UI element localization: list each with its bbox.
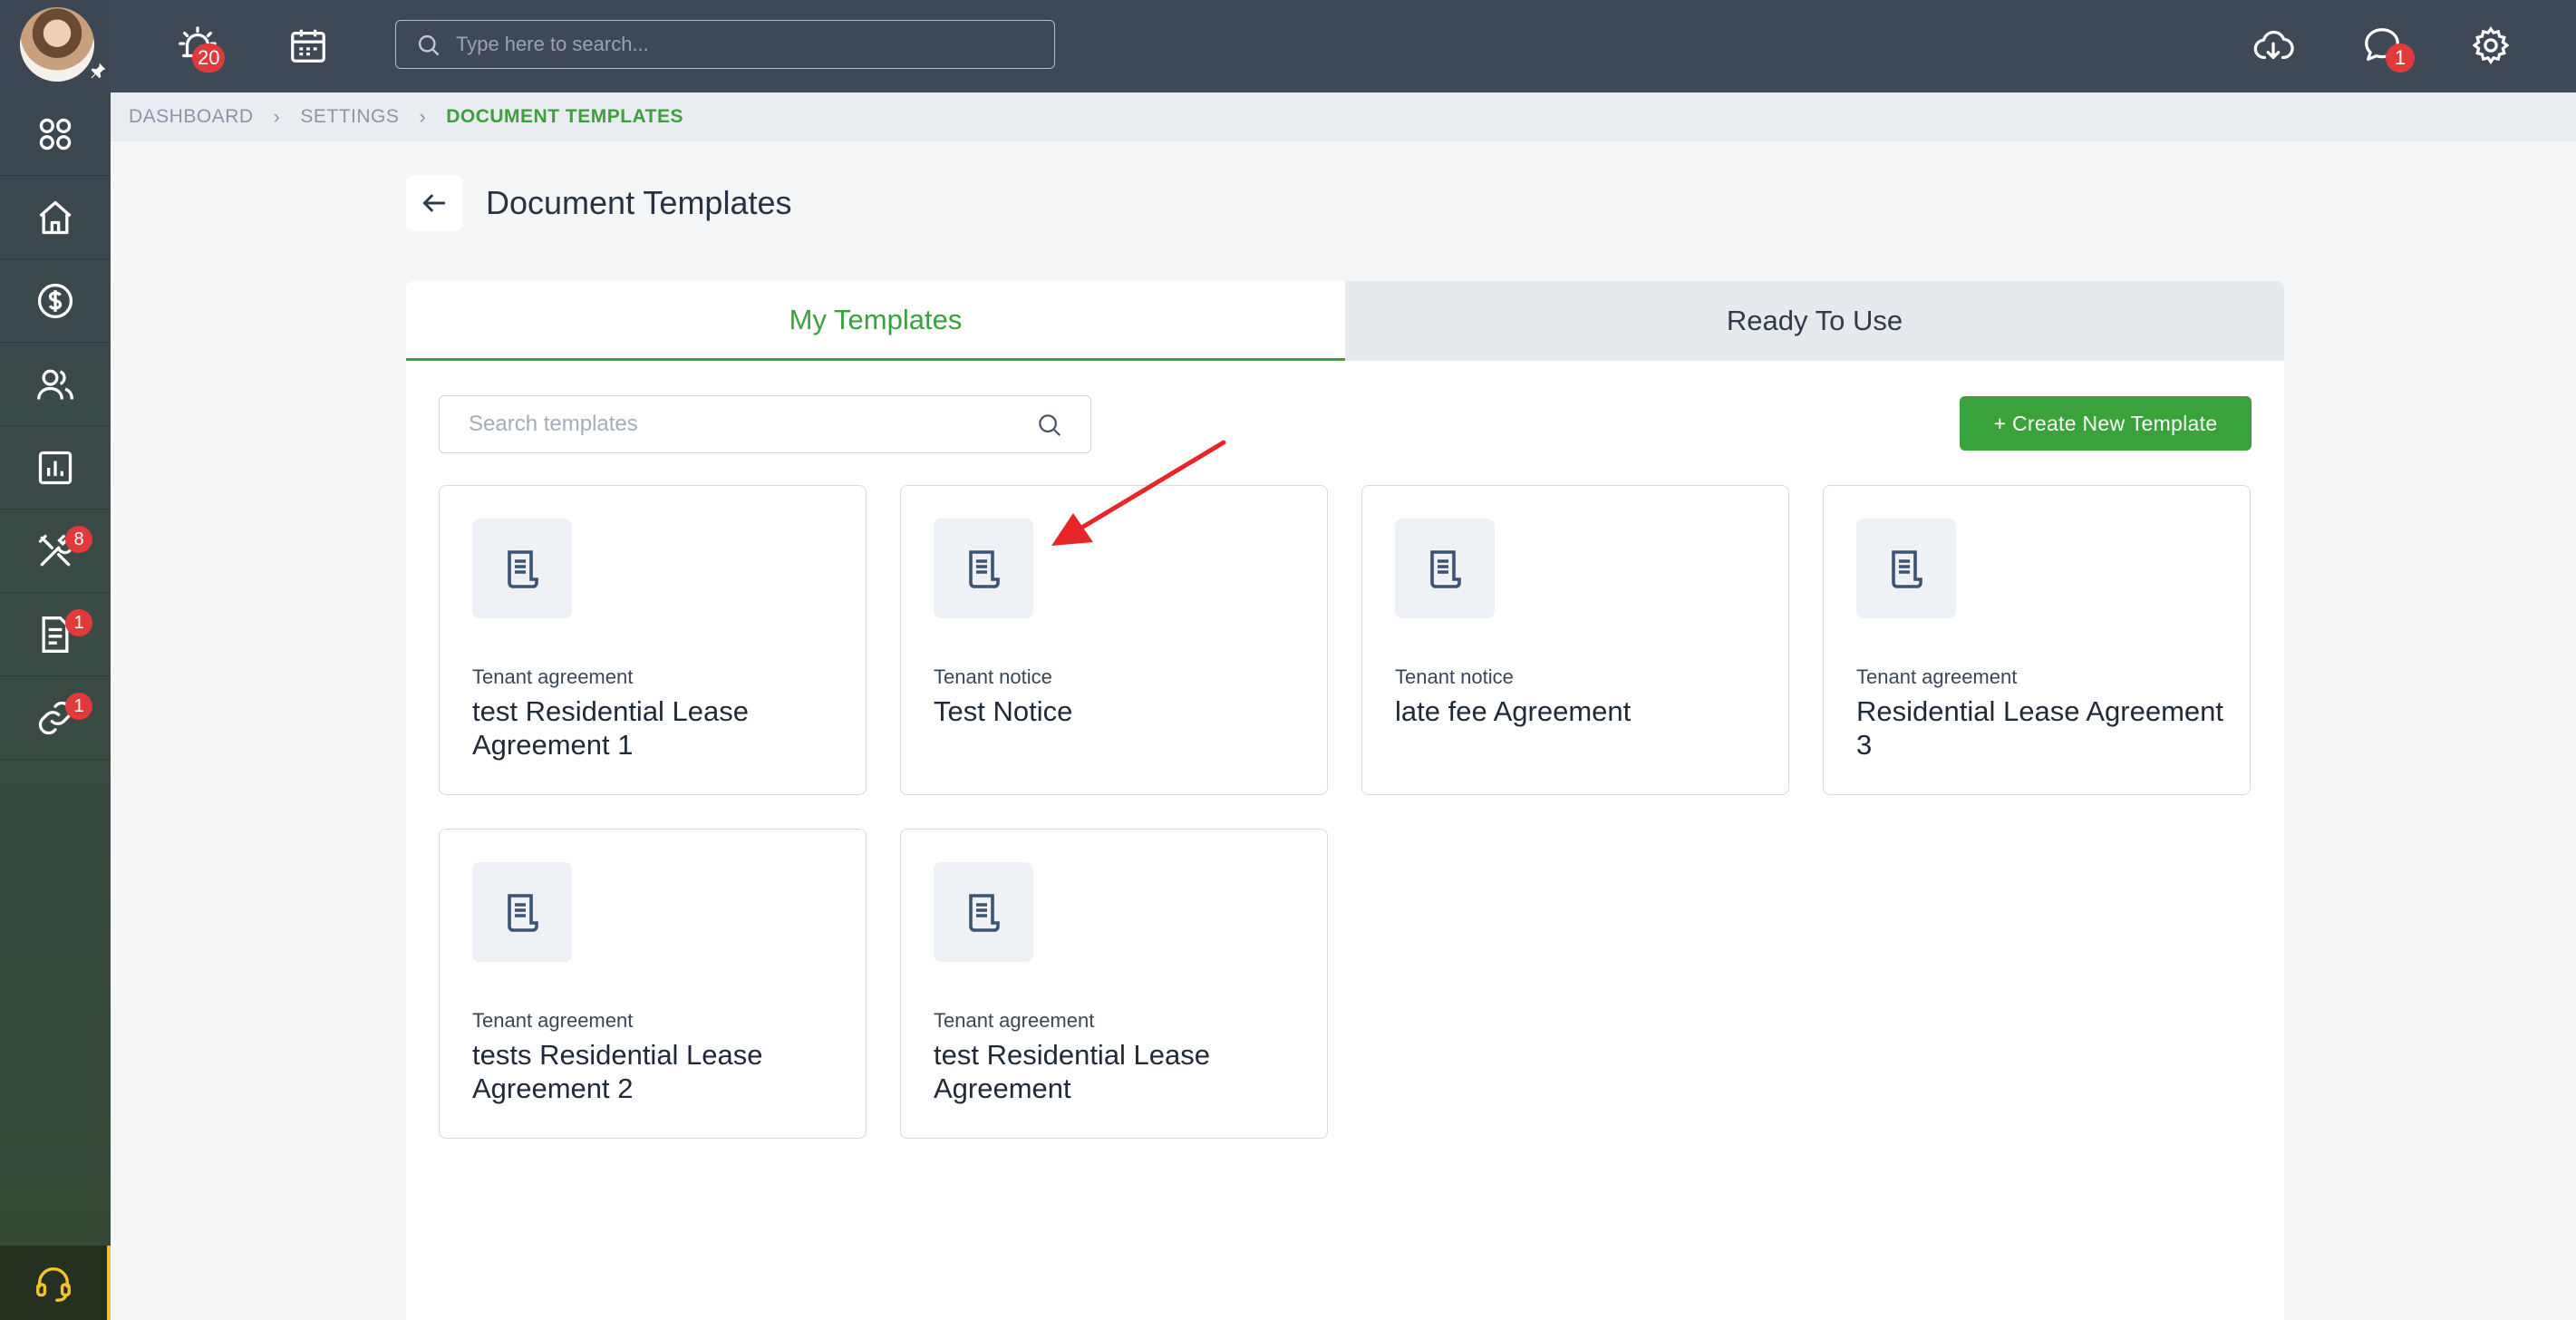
document-template-icon xyxy=(508,894,538,932)
document-template-icon xyxy=(969,550,1000,588)
breadcrumb-chevron-icon: › xyxy=(273,105,281,128)
headset-icon xyxy=(36,1267,71,1302)
template-card[interactable]: Tenant notice late fee Agreement xyxy=(1361,485,1789,795)
template-type: Tenant agreement xyxy=(472,1009,634,1032)
breadcrumb-chevron-icon: › xyxy=(419,105,427,128)
template-card[interactable]: Tenant agreement Residential Lease Agree… xyxy=(1823,485,2251,795)
document-template-icon xyxy=(508,550,538,588)
templates-search-input[interactable] xyxy=(469,412,1012,437)
create-new-template-button[interactable]: + Create New Template xyxy=(1960,396,2252,451)
cloud-download-icon xyxy=(2253,30,2294,60)
template-icon-box xyxy=(1856,519,1956,618)
avatar-area[interactable] xyxy=(0,0,111,92)
breadcrumb-document-templates: DOCUMENT TEMPLATES xyxy=(446,106,683,127)
template-icon-box xyxy=(934,862,1033,962)
pin-icon[interactable] xyxy=(89,62,107,80)
breadcrumb-settings[interactable]: SETTINGS xyxy=(300,106,399,128)
template-card[interactable]: Tenant agreement test Residential Lease … xyxy=(439,485,867,795)
template-name: Test Notice xyxy=(934,695,1073,727)
sidebar-item-links[interactable]: 1 xyxy=(0,676,111,760)
settings-button[interactable] xyxy=(2467,22,2514,69)
template-type: Tenant agreement xyxy=(472,665,634,688)
template-type: Tenant notice xyxy=(1395,665,1514,688)
sidebar-item-reports[interactable] xyxy=(0,426,111,510)
template-card[interactable]: Tenant notice Test Notice xyxy=(900,485,1328,795)
template-type: Tenant agreement xyxy=(934,1009,1095,1032)
notifications-badge: 20 xyxy=(192,44,226,73)
support-button[interactable] xyxy=(0,1246,111,1320)
page-title: Document Templates xyxy=(486,184,792,221)
people-icon xyxy=(37,369,73,400)
template-name: Residential Lease Agreement 3 xyxy=(1856,695,2223,761)
templates-panel: My Templates Ready To Use + Create New T… xyxy=(406,281,2284,1320)
template-name: tests Residential Lease Agreement 2 xyxy=(472,1039,763,1104)
back-button[interactable] xyxy=(406,175,462,231)
dollar-circle-icon xyxy=(37,283,73,318)
template-type: Tenant agreement xyxy=(1856,665,2018,688)
maintenance-badge: 8 xyxy=(65,526,92,553)
template-name: late fee Agreement xyxy=(1395,695,1632,727)
template-icon-box xyxy=(472,519,572,618)
template-icon-box xyxy=(472,862,572,962)
template-type: Tenant notice xyxy=(934,665,1052,688)
template-card[interactable]: Tenant agreement tests Residential Lease… xyxy=(439,829,867,1139)
template-name: test Residential Lease Agreement xyxy=(934,1039,1211,1104)
cloud-download-button[interactable] xyxy=(2250,22,2297,69)
messages-badge: 1 xyxy=(2386,44,2415,73)
document-template-icon xyxy=(1892,550,1922,588)
global-search-input[interactable] xyxy=(456,33,1000,56)
top-bar: 20 1 xyxy=(111,0,2576,92)
gear-icon xyxy=(2472,25,2510,65)
template-card[interactable]: Tenant agreement test Residential Lease … xyxy=(900,829,1328,1139)
bar-chart-icon xyxy=(38,451,73,484)
breadcrumb-dashboard[interactable]: DASHBOARD xyxy=(129,106,254,128)
sidebar-item-payments[interactable] xyxy=(0,259,111,343)
documents-badge: 1 xyxy=(65,609,92,636)
breadcrumb: DASHBOARD › SETTINGS › DOCUMENT TEMPLATE… xyxy=(111,92,2576,141)
arrow-left-icon xyxy=(422,194,446,212)
template-name: test Residential Lease Agreement 1 xyxy=(472,695,750,761)
templates-search[interactable] xyxy=(439,395,1091,453)
calendar-icon xyxy=(291,29,325,63)
sidebar-item-maintenance[interactable]: 8 xyxy=(0,510,111,593)
search-icon xyxy=(418,34,440,56)
document-template-icon xyxy=(1430,550,1461,588)
links-badge: 1 xyxy=(65,693,92,720)
sidebar-item-home[interactable] xyxy=(0,176,111,259)
calendar-button[interactable] xyxy=(285,22,332,69)
tab-ready-to-use[interactable]: Ready To Use xyxy=(1345,281,2284,361)
sidebar: 8 1 1 xyxy=(0,0,111,1320)
global-search[interactable] xyxy=(395,20,1055,69)
sidebar-item-people[interactable] xyxy=(0,343,111,426)
sidebar-item-apps[interactable] xyxy=(0,92,111,176)
apps-grid-icon xyxy=(39,118,72,150)
home-icon xyxy=(39,200,72,234)
tab-my-templates[interactable]: My Templates xyxy=(406,281,1345,361)
document-template-icon xyxy=(969,894,1000,932)
sidebar-item-documents[interactable]: 1 xyxy=(0,593,111,676)
template-icon-box xyxy=(1395,519,1495,618)
template-icon-box xyxy=(934,519,1033,618)
search-icon[interactable] xyxy=(1036,412,1063,439)
avatar[interactable] xyxy=(20,7,94,82)
